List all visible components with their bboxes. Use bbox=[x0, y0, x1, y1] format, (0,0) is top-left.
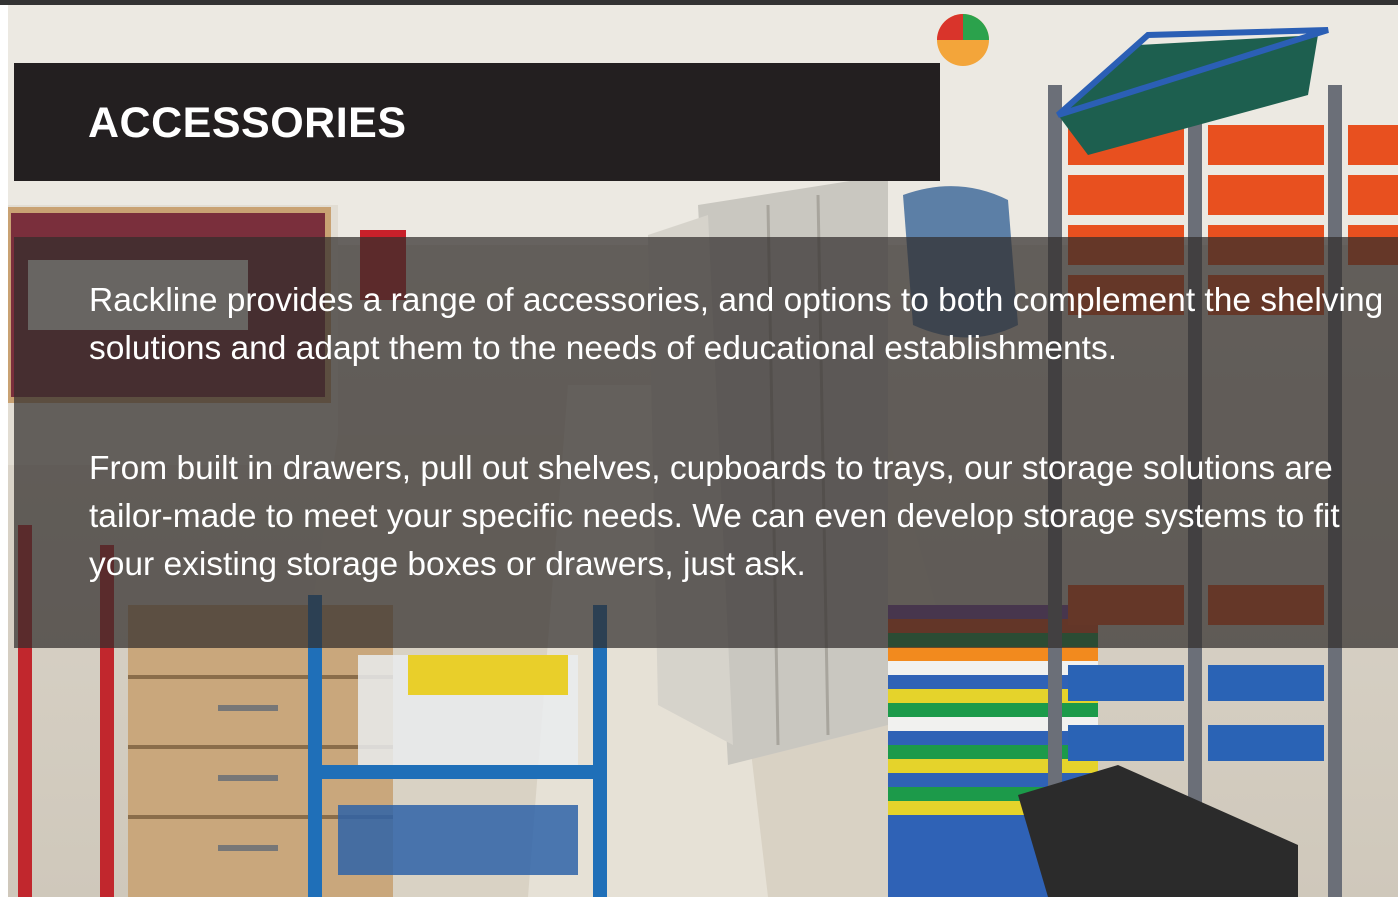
heading-bar: ACCESSORIES bbox=[14, 63, 940, 181]
intro-paragraph: Rackline provides a range of accessories… bbox=[89, 282, 1384, 367]
description-panel: Rackline provides a range of accessories… bbox=[14, 237, 1398, 648]
details-paragraph: From built in drawers, pull out shelves,… bbox=[89, 450, 1340, 583]
page-title: ACCESSORIES bbox=[88, 99, 407, 147]
